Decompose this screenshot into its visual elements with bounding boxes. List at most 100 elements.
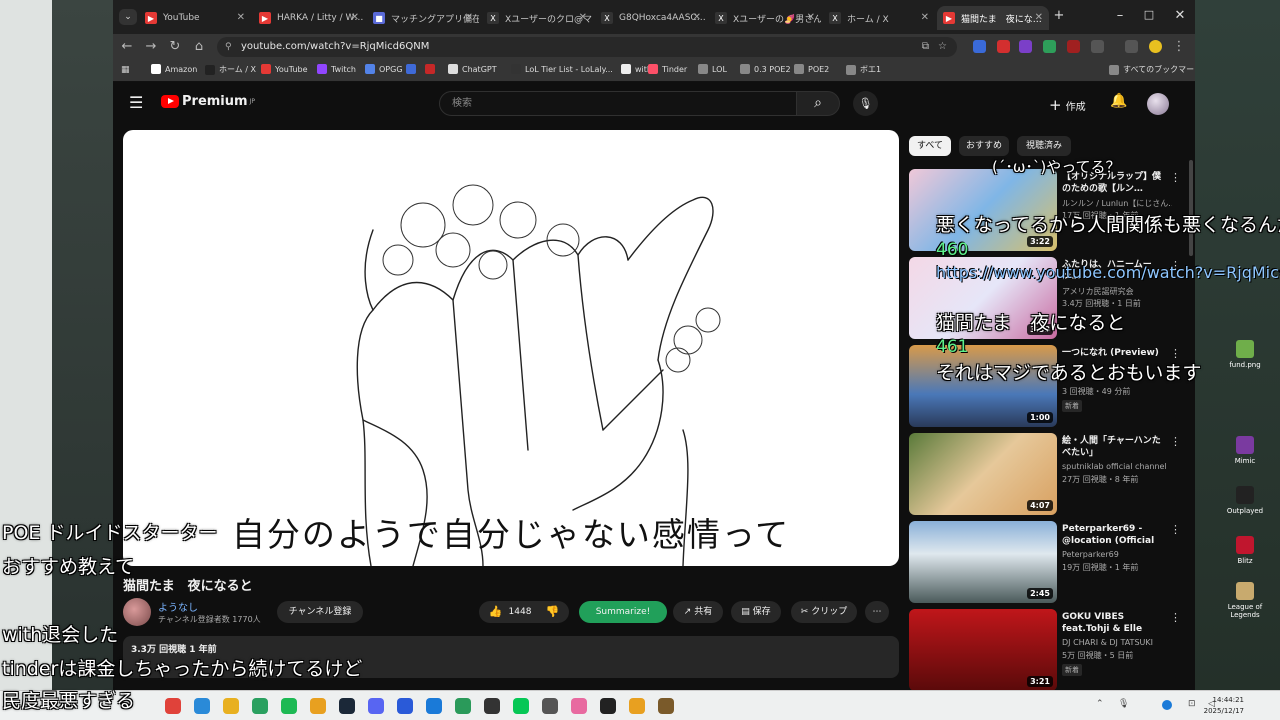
taskbar-app-icon[interactable]: [484, 698, 500, 714]
more-options-icon[interactable]: ⋮: [1170, 611, 1181, 624]
taskbar-app-icon[interactable]: [542, 698, 558, 714]
taskbar-app-icon[interactable]: [310, 698, 326, 714]
recommended-channel[interactable]: Peterparker69: [1062, 550, 1172, 559]
taskbar-app-icon[interactable]: [339, 698, 355, 714]
taskbar-app-icon[interactable]: [513, 698, 529, 714]
taskbar-app-icon[interactable]: [571, 698, 587, 714]
channel-name[interactable]: ようなし: [158, 599, 198, 614]
all-bookmarks[interactable]: すべてのブックマーク: [1109, 64, 1195, 75]
bookmark-item[interactable]: [406, 64, 420, 74]
back-icon[interactable]: ←: [119, 39, 135, 54]
more-actions-icon[interactable]: ⋯: [865, 601, 889, 623]
taskbar-app-icon[interactable]: [368, 698, 384, 714]
browser-tab[interactable]: ▶ HARKA / Litty / W… ✕: [253, 6, 365, 30]
address-bar[interactable]: ⚲ youtube.com/watch?v=RjqMicd6QNM ⧉ ☆: [217, 37, 957, 57]
summarize-button[interactable]: Summarize!: [579, 601, 667, 623]
clock[interactable]: 14:44:21 2025/12/17: [1204, 695, 1244, 717]
browser-tab[interactable]: XXユーザーの🍠男さん…✕: [709, 6, 821, 30]
browser-tab[interactable]: X G8QHoxca4AASC… ✕: [595, 6, 707, 30]
clip-button[interactable]: ✂ クリップ: [791, 601, 857, 623]
desktop-icon[interactable]: League of Legends: [1215, 582, 1275, 619]
bookmark-item[interactable]: OPGG: [365, 64, 403, 74]
recommended-channel[interactable]: sputniklab official channel: [1062, 462, 1172, 471]
extension-icon[interactable]: [1019, 40, 1032, 53]
notifications-bell-icon[interactable]: 🔔: [1110, 93, 1127, 109]
browser-tab[interactable]: ▶ 猫間たま 夜にな… ✕: [937, 6, 1049, 30]
bookmark-item[interactable]: LOL: [698, 64, 727, 74]
bookmark-item[interactable]: Tinder: [648, 64, 687, 74]
taskbar-app-icon[interactable]: [455, 698, 471, 714]
share-button[interactable]: ↗ 共有: [673, 601, 723, 623]
bookmark-item[interactable]: POE2: [794, 64, 829, 74]
forward-icon[interactable]: →: [143, 39, 159, 54]
install-app-icon[interactable]: ⧉: [922, 37, 929, 57]
tab-search-button[interactable]: ⌄: [119, 9, 137, 25]
extension-icon[interactable]: [1067, 40, 1080, 53]
desktop-icon[interactable]: Outplayed: [1215, 486, 1275, 515]
taskbar-app-icon[interactable]: [223, 698, 239, 714]
taskbar-app-icon[interactable]: [165, 698, 181, 714]
close-window-button[interactable]: ✕: [1171, 8, 1189, 23]
close-tab-icon[interactable]: ✕: [579, 12, 587, 23]
page-scrollbar[interactable]: [1189, 160, 1193, 256]
recommended-video[interactable]: 2:45 Peterparker69 - @location (Official …: [909, 521, 1187, 603]
profile-icon[interactable]: [1149, 40, 1162, 53]
channel-avatar[interactable]: [123, 598, 151, 626]
maximize-button[interactable]: □: [1140, 8, 1158, 21]
search-button[interactable]: ⌕: [796, 91, 840, 116]
video-player[interactable]: 自分のようで自分じゃない感情って: [123, 130, 899, 566]
site-info-icon[interactable]: ⚲: [225, 37, 232, 57]
browser-tab[interactable]: X ホーム / X ✕: [823, 6, 935, 30]
recommended-channel[interactable]: アメリカ民謡研究会: [1062, 286, 1172, 297]
close-tab-icon[interactable]: ✕: [921, 12, 929, 23]
apps-grid-icon[interactable]: ▦: [121, 65, 130, 75]
taskbar-app-icon[interactable]: [600, 698, 616, 714]
bookmark-item[interactable]: ChatGPT: [448, 64, 497, 74]
network-icon[interactable]: ⊡: [1188, 699, 1196, 709]
recommended-video[interactable]: 4:07 絵・人間「チャーハンたべたい」 sputniklab official c…: [909, 433, 1187, 515]
bookmark-item[interactable]: 0.3 POE2: [740, 64, 791, 74]
taskbar-app-icon[interactable]: [658, 698, 674, 714]
new-tab-button[interactable]: +: [1050, 8, 1068, 23]
close-tab-icon[interactable]: ✕: [807, 12, 815, 23]
bookmark-item[interactable]: Amazon: [151, 64, 197, 74]
taskbar-app-icon[interactable]: [194, 698, 210, 714]
taskbar-app-icon[interactable]: [397, 698, 413, 714]
media-control-icon[interactable]: [1125, 40, 1138, 53]
search-input[interactable]: 検索: [439, 91, 797, 116]
recommended-channel[interactable]: DJ CHARI & DJ TATSUKI: [1062, 638, 1172, 647]
bookmark-star-icon[interactable]: ☆: [938, 37, 947, 57]
like-icon[interactable]: 👍: [489, 601, 503, 623]
extensions-puzzle-icon[interactable]: [1091, 40, 1104, 53]
recommended-video[interactable]: 3:21 GOKU VIBES feat.Tohji & Elle Teresa …: [909, 609, 1187, 690]
taskbar-app-icon[interactable]: [281, 698, 297, 714]
more-options-icon[interactable]: ⋮: [1170, 523, 1181, 536]
taskbar-app-icon[interactable]: [252, 698, 268, 714]
extension-icon[interactable]: [973, 40, 986, 53]
recommended-title[interactable]: 絵・人間「チャーハンたべたい」: [1062, 435, 1166, 459]
bookmark-item[interactable]: YouTube: [261, 64, 308, 74]
microphone-icon[interactable]: 🎙: [1118, 699, 1129, 709]
close-tab-icon[interactable]: ✕: [465, 12, 473, 23]
filter-chip[interactable]: 視聴済み: [1017, 136, 1071, 156]
bookmark-item[interactable]: LoL Tier List - LoLaly...: [511, 64, 613, 74]
extension-icon[interactable]: [1043, 40, 1056, 53]
bookmark-item[interactable]: [425, 64, 439, 74]
filter-chip[interactable]: おすすめ: [959, 136, 1009, 156]
bookmark-item[interactable]: Twitch: [317, 64, 356, 74]
recommended-title[interactable]: GOKU VIBES feat.Tohji & Elle Teresa / DJ…: [1062, 611, 1166, 635]
more-options-icon[interactable]: ⋮: [1170, 171, 1181, 184]
taskbar-app-icon[interactable]: [426, 698, 442, 714]
bookmark-item[interactable]: ホーム / X: [205, 64, 256, 75]
close-tab-icon[interactable]: ✕: [351, 12, 359, 23]
dislike-icon[interactable]: 👎: [545, 601, 559, 623]
browser-tab[interactable]: XXユーザーのクロ@マリ…✕: [481, 6, 593, 30]
more-options-icon[interactable]: ⋮: [1170, 435, 1181, 448]
desktop-icon[interactable]: Blitz: [1215, 536, 1275, 565]
desktop-icon[interactable]: fund.png: [1215, 340, 1275, 369]
voice-search-icon[interactable]: 🎙: [853, 91, 878, 116]
account-avatar[interactable]: [1147, 93, 1169, 115]
browser-tab[interactable]: ▶ YouTube ✕: [139, 6, 251, 30]
browser-tab[interactable]: ■マッチングアプリ偏在…✕: [367, 6, 479, 30]
bookmark-item[interactable]: ボエ1: [846, 64, 881, 75]
